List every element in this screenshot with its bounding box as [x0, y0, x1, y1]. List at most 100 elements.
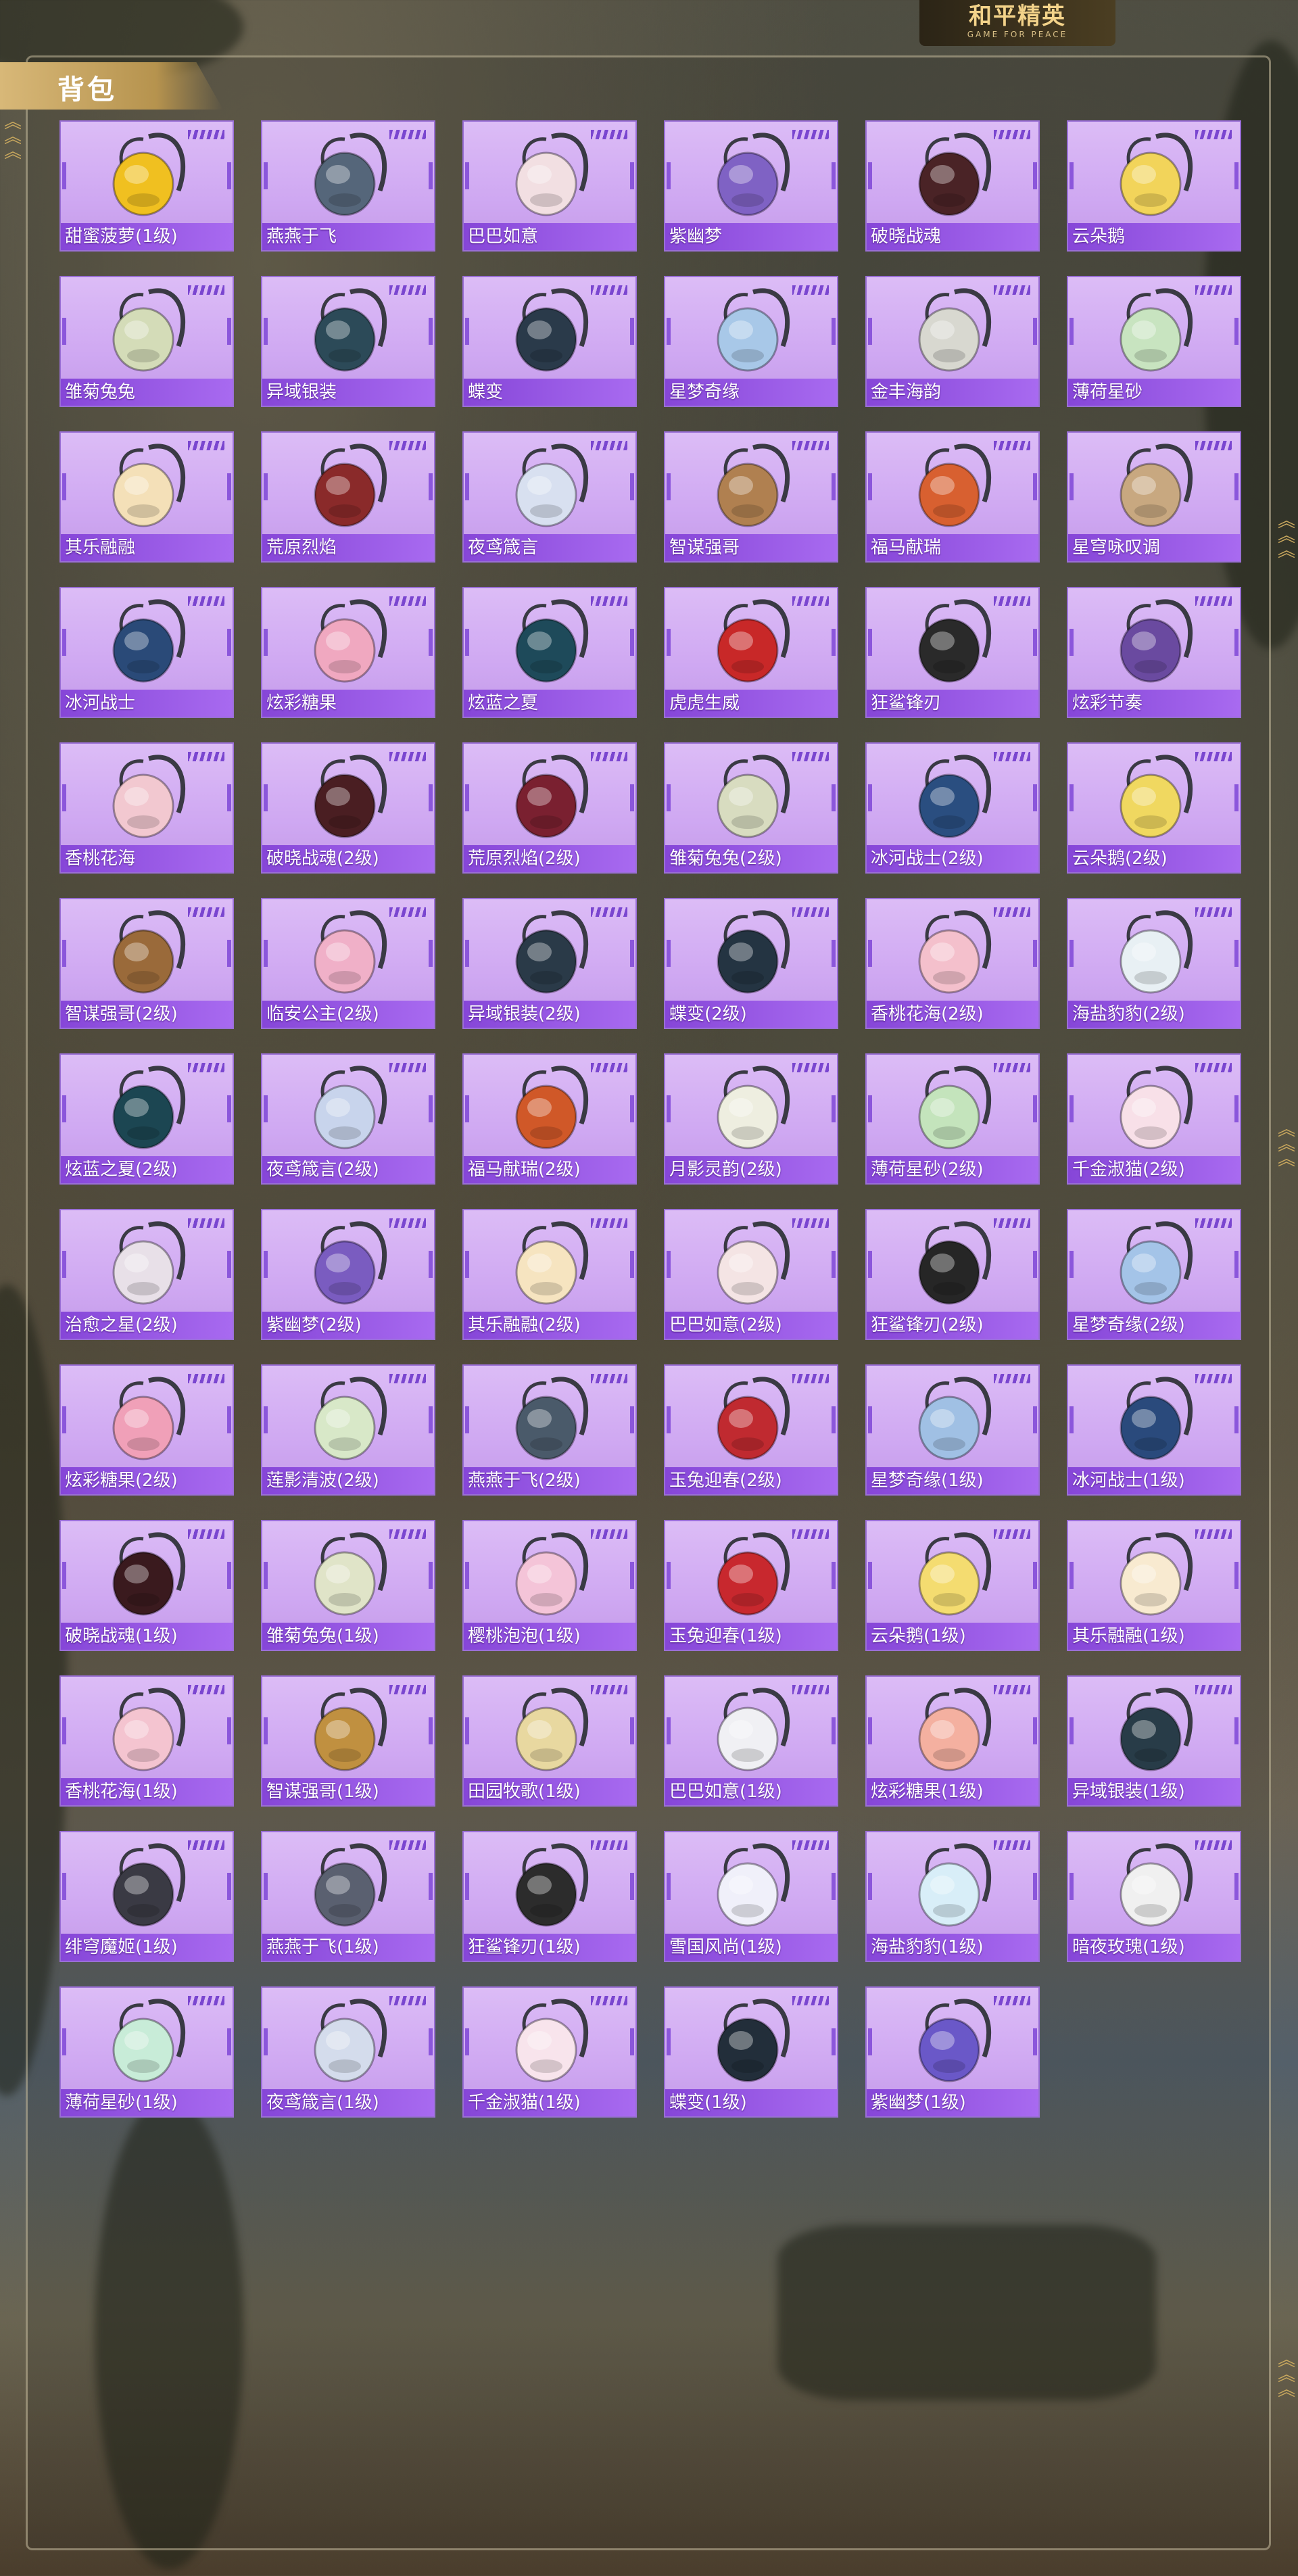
- backpack-card[interactable]: 暗夜玫瑰(1级): [1067, 1831, 1241, 1962]
- backpack-card[interactable]: 燕燕于飞(1级): [261, 1831, 435, 1962]
- backpack-card[interactable]: 星梦奇缘(2级): [1067, 1209, 1241, 1340]
- card-right-notch: [630, 473, 634, 500]
- backpack-card[interactable]: 薄荷星砂(2级): [865, 1053, 1040, 1185]
- night-kite-backpack-icon: [314, 1999, 387, 2082]
- card-left-notch: [465, 1095, 469, 1122]
- backpack-card[interactable]: 蝶变(1级): [664, 1986, 838, 2118]
- backpack-card[interactable]: 千金淑猫(2级): [1067, 1053, 1241, 1185]
- backpack-card[interactable]: 香桃花海(2级): [865, 898, 1040, 1029]
- backpack-card[interactable]: 莲影清波(2级): [261, 1364, 435, 1496]
- backpack-card[interactable]: 燕燕于飞(2级): [462, 1364, 637, 1496]
- backpack-card[interactable]: 冰河战士: [59, 587, 234, 718]
- backpack-card[interactable]: 雏菊兔兔(2级): [664, 742, 838, 874]
- backpack-card[interactable]: 巴巴如意(2级): [664, 1209, 838, 1340]
- backpack-card[interactable]: 千金淑猫(1级): [462, 1986, 637, 2118]
- backpack-card[interactable]: 其乐融融: [59, 431, 234, 563]
- backpack-card[interactable]: 其乐融融(1级): [1067, 1520, 1241, 1651]
- backpack-card[interactable]: 异域银装: [261, 276, 435, 407]
- card-left-notch: [868, 1406, 872, 1433]
- backpack-card[interactable]: 樱桃泡泡(1级): [462, 1520, 637, 1651]
- backpack-card[interactable]: 海盐豹豹(2级): [1067, 898, 1241, 1029]
- backpack-card[interactable]: 破晓战魂(2级): [261, 742, 435, 874]
- backpack-card[interactable]: 月影灵韵(2级): [664, 1053, 838, 1185]
- backpack-card[interactable]: 香桃花海(1级): [59, 1675, 234, 1807]
- swallow-backpack-icon: [314, 1843, 387, 1927]
- backpack-card[interactable]: 紫幽梦(1级): [865, 1986, 1040, 2118]
- backpack-card[interactable]: 炫彩节奏: [1067, 587, 1241, 718]
- backpack-card[interactable]: 夜鸢箴言: [462, 431, 637, 563]
- backpack-card[interactable]: 荒原烈焰: [261, 431, 435, 563]
- backpack-card[interactable]: 雏菊兔兔(1级): [261, 1520, 435, 1651]
- backpack-card[interactable]: 蝶变(2级): [664, 898, 838, 1029]
- card-right-notch: [1234, 1562, 1239, 1589]
- backpack-card[interactable]: 炫蓝之夏: [462, 587, 637, 718]
- backpack-card[interactable]: 异域银装(1级): [1067, 1675, 1241, 1807]
- backpack-card[interactable]: 狂鲨锋刃(1级): [462, 1831, 637, 1962]
- backpack-card[interactable]: 智谋强哥(2级): [59, 898, 234, 1029]
- backpack-name: 蝶变(1级): [669, 2093, 747, 2113]
- backpack-card[interactable]: 福马献瑞: [865, 431, 1040, 563]
- backpack-card[interactable]: 云朵鹅(1级): [865, 1520, 1040, 1651]
- backpack-card[interactable]: 夜鸢箴言(2级): [261, 1053, 435, 1185]
- card-right-notch: [227, 1717, 231, 1744]
- backpack-card[interactable]: 巴巴如意(1级): [664, 1675, 838, 1807]
- card-left-notch: [667, 162, 671, 189]
- exotic-silver-backpack-icon: [314, 288, 387, 372]
- backpack-card[interactable]: 智谋强哥: [664, 431, 838, 563]
- backpack-card[interactable]: 雪国风尚(1级): [664, 1831, 838, 1962]
- backpack-card[interactable]: 临安公主(2级): [261, 898, 435, 1029]
- backpack-card[interactable]: 金丰海韵: [865, 276, 1040, 407]
- lady-cat-backpack-icon: [1120, 1066, 1193, 1149]
- backpack-card[interactable]: 虎虎生威: [664, 587, 838, 718]
- backpack-card[interactable]: 荒原烈焰(2级): [462, 742, 637, 874]
- backpack-card[interactable]: 星梦奇缘(1级): [865, 1364, 1040, 1496]
- jade-rabbit-backpack-icon: [717, 1532, 790, 1616]
- backpack-card[interactable]: 冰河战士(2级): [865, 742, 1040, 874]
- backpack-card[interactable]: 星梦奇缘: [664, 276, 838, 407]
- card-left-notch: [264, 473, 268, 500]
- backpack-card[interactable]: 云朵鹅: [1067, 120, 1241, 252]
- backpack-card[interactable]: 治愈之星(2级): [59, 1209, 234, 1340]
- backpack-card[interactable]: 绯穹魔姬(1级): [59, 1831, 234, 1962]
- backpack-card[interactable]: 狂鲨锋刃: [865, 587, 1040, 718]
- backpack-card[interactable]: 夜鸢箴言(1级): [261, 1986, 435, 2118]
- backpack-card[interactable]: 炫彩糖果(1级): [865, 1675, 1040, 1807]
- backpack-card[interactable]: 智谋强哥(1级): [261, 1675, 435, 1807]
- backpack-card[interactable]: 异域银装(2级): [462, 898, 637, 1029]
- backpack-card[interactable]: 福马献瑞(2级): [462, 1053, 637, 1185]
- card-right-notch: [1033, 629, 1037, 656]
- backpack-card[interactable]: 甜蜜菠萝(1级): [59, 120, 234, 252]
- backpack-card[interactable]: 玉兔迎春(1级): [664, 1520, 838, 1651]
- backpack-card[interactable]: 冰河战士(1级): [1067, 1364, 1241, 1496]
- backpack-card[interactable]: 炫彩糖果(2级): [59, 1364, 234, 1496]
- card-right-notch: [1033, 473, 1037, 500]
- backpack-name: 智谋强哥: [669, 538, 740, 558]
- backpack-card[interactable]: 星穹咏叹调: [1067, 431, 1241, 563]
- backpack-card[interactable]: 雏菊兔兔: [59, 276, 234, 407]
- backpack-card[interactable]: 田园牧歌(1级): [462, 1675, 637, 1807]
- card-right-notch: [832, 1562, 836, 1589]
- healing-star-backpack-icon: [112, 1221, 186, 1305]
- card-right-notch: [227, 2028, 231, 2055]
- backpack-card[interactable]: 炫彩糖果: [261, 587, 435, 718]
- backpack-card[interactable]: 海盐豹豹(1级): [865, 1831, 1040, 1962]
- backpack-card[interactable]: 香桃花海: [59, 742, 234, 874]
- backpack-card[interactable]: 薄荷星砂(1级): [59, 1986, 234, 2118]
- backpack-card[interactable]: 玉兔迎春(2级): [664, 1364, 838, 1496]
- shark-backpack-icon: [918, 599, 992, 683]
- backpack-card[interactable]: 破晓战魂(1级): [59, 1520, 234, 1651]
- backpack-card[interactable]: 燕燕于飞: [261, 120, 435, 252]
- backpack-card[interactable]: 其乐融融(2级): [462, 1209, 637, 1340]
- backpack-card[interactable]: 巴巴如意: [462, 120, 637, 252]
- backpack-card[interactable]: 薄荷星砂: [1067, 276, 1241, 407]
- card-left-notch: [868, 2028, 872, 2055]
- backpack-name: 冰河战士(2级): [871, 849, 984, 869]
- backpack-card[interactable]: 破晓战魂: [865, 120, 1040, 252]
- backpack-card[interactable]: 蝶变: [462, 276, 637, 407]
- backpack-card[interactable]: 紫幽梦(2级): [261, 1209, 435, 1340]
- card-right-notch: [1234, 940, 1239, 967]
- backpack-card[interactable]: 云朵鹅(2级): [1067, 742, 1241, 874]
- backpack-card[interactable]: 狂鲨锋刃(2级): [865, 1209, 1040, 1340]
- backpack-card[interactable]: 紫幽梦: [664, 120, 838, 252]
- backpack-card[interactable]: 炫蓝之夏(2级): [59, 1053, 234, 1185]
